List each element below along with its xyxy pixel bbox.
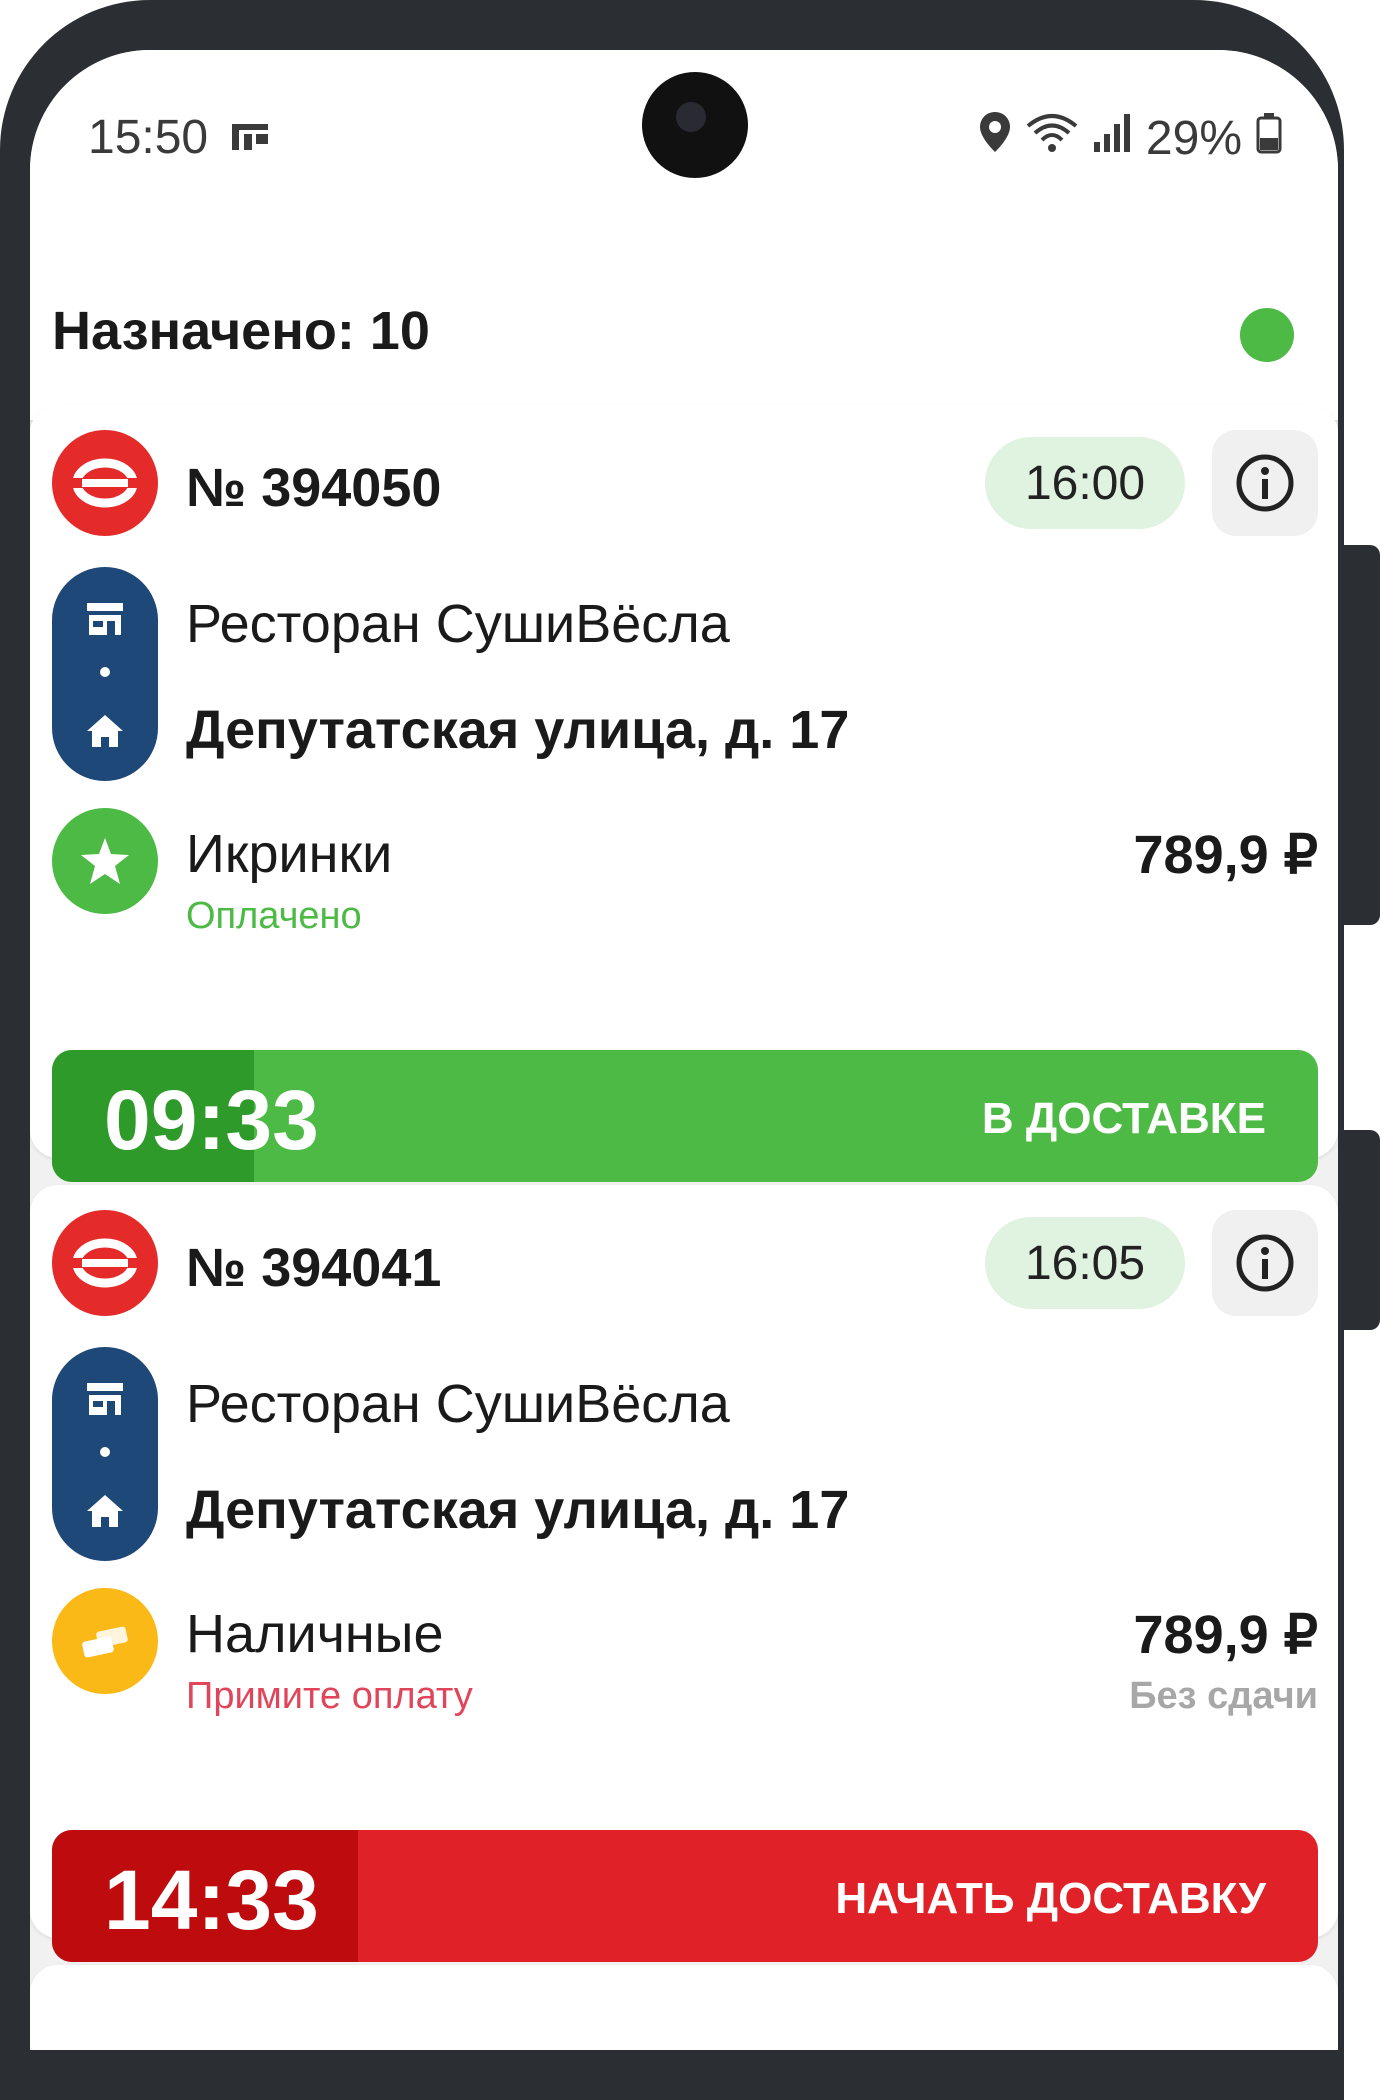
notification-icon xyxy=(230,120,270,159)
change-note: Без сдачи xyxy=(1129,1675,1318,1717)
restaurant-name: Ресторан СушиВёсла xyxy=(186,1374,730,1434)
screen: 15:50 29% Назначено: 10 № 394050 16:00 Р… xyxy=(30,50,1338,2050)
payment-method: Икринки xyxy=(186,824,393,884)
info-icon xyxy=(1236,1234,1294,1292)
action-label: НАЧАТЬ ДОСТАВКУ xyxy=(835,1874,1266,1923)
order-card[interactable]: № 394050 16:00 Ресторан СушиВёсла Депута… xyxy=(30,405,1338,1182)
order-card[interactable] xyxy=(30,1965,1338,2050)
battery-icon xyxy=(1256,111,1282,166)
action-label: В ДОСТАВКЕ xyxy=(981,1094,1266,1143)
route-dot xyxy=(100,667,110,677)
delivery-time-badge: 16:05 xyxy=(985,1217,1185,1309)
delivery-address: Депутатская улица, д. 17 xyxy=(186,700,850,760)
front-camera xyxy=(642,72,748,178)
payment-status: Оплачено xyxy=(186,895,362,937)
route-indicator xyxy=(52,567,158,781)
delivery-status-button[interactable]: 09:33 В ДОСТАВКЕ xyxy=(52,1050,1318,1182)
info-button[interactable] xyxy=(1212,430,1318,536)
online-status-indicator xyxy=(1240,308,1294,362)
volume-button xyxy=(1344,545,1380,925)
order-timer: 09:33 xyxy=(104,1073,319,1167)
delivery-address: Депутатская улица, д. 17 xyxy=(186,1480,850,1540)
order-number: № 394041 xyxy=(186,1238,442,1298)
shop-icon xyxy=(85,601,125,642)
payment-status: Примите оплату xyxy=(186,1675,473,1717)
order-number: № 394050 xyxy=(186,458,442,518)
delivery-time-badge: 16:00 xyxy=(985,437,1185,529)
shop-icon xyxy=(85,1381,125,1422)
home-icon xyxy=(85,713,125,754)
order-timer: 14:33 xyxy=(104,1853,319,1947)
signal-icon xyxy=(1092,111,1132,166)
order-amount: 789,9 ₽ xyxy=(1133,1605,1319,1665)
route-indicator xyxy=(52,1347,158,1561)
power-button xyxy=(1344,1130,1380,1330)
route-dot xyxy=(100,1447,110,1457)
status-bar: 15:50 29% xyxy=(30,50,1338,220)
location-icon xyxy=(978,110,1012,166)
start-delivery-button[interactable]: 14:33 НАЧАТЬ ДОСТАВКУ xyxy=(52,1830,1318,1962)
order-card[interactable]: № 394041 16:05 Ресторан СушиВёсла Депута… xyxy=(30,1185,1338,1962)
app-header: Назначено: 10 xyxy=(30,220,1338,420)
restaurant-logo-icon xyxy=(52,430,158,536)
info-icon xyxy=(1236,454,1294,512)
star-icon xyxy=(52,808,158,914)
info-button[interactable] xyxy=(1212,1210,1318,1316)
payment-method: Наличные xyxy=(186,1604,444,1664)
home-icon xyxy=(85,1493,125,1534)
status-time: 15:50 xyxy=(88,111,209,164)
order-amount: 789,9 ₽ xyxy=(1133,825,1319,885)
restaurant-name: Ресторан СушиВёсла xyxy=(186,594,730,654)
cash-icon xyxy=(52,1588,158,1694)
assigned-count-title: Назначено: 10 xyxy=(52,301,430,361)
restaurant-logo-icon xyxy=(52,1210,158,1316)
battery-percent: 29% xyxy=(1145,111,1242,165)
wifi-icon xyxy=(1026,111,1078,166)
